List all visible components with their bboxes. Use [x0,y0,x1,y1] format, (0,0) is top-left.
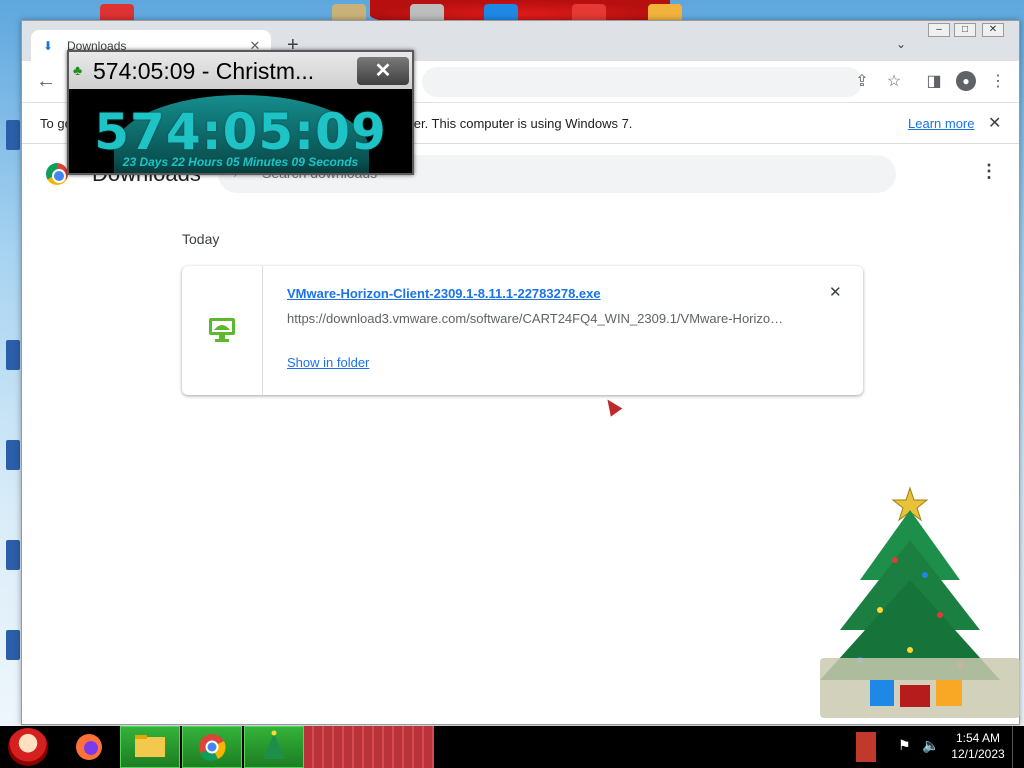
back-button[interactable]: ← [36,70,56,93]
show-desktop-button[interactable] [1012,726,1024,768]
desktop-shortcut-icon[interactable] [6,120,20,150]
clock-date[interactable]: 12/1/2023 [948,747,1008,761]
download-item-card: VMware-Horizon-Client-2309.1-8.11.1-2278… [182,266,863,395]
infobar-close-icon[interactable]: ✕ [988,113,1001,133]
desktop-shortcut-icon[interactable] [6,540,20,570]
close-window-button[interactable]: ✕ [982,23,1004,37]
download-filename-link[interactable]: VMware-Horizon-Client-2309.1-8.11.1-2278… [287,286,601,301]
taskbar: ⚑ 🔈 1:54 AM 12/1/2023 [0,726,1024,768]
learn-more-link[interactable]: Learn more [908,116,974,131]
countdown-close-button[interactable]: ✕ [357,57,409,85]
chrome-taskbar-icon[interactable] [182,726,242,768]
tray-flag-icon[interactable] [856,732,876,762]
christmas-countdown-widget[interactable]: ♣ 574:05:09 - Christm... ✕ 574:05:09 23 … [67,50,414,175]
christmas-tree-taskbar-icon[interactable] [244,726,304,768]
side-panel-icon[interactable]: ◨ [924,71,944,91]
section-label-today: Today [182,231,220,247]
bookmark-star-icon[interactable]: ☆ [884,71,904,91]
desktop-shortcut-icon[interactable] [6,440,20,470]
clock-time[interactable]: 1:54 AM [948,731,1008,745]
countdown-titlebar[interactable]: ♣ 574:05:09 - Christm... ✕ [69,52,412,89]
countdown-title: 574:05:09 - Christm... [93,58,315,84]
address-bar[interactable] [422,67,862,97]
download-source-url: https://download3.vmware.com/software/CA… [287,311,787,326]
profile-avatar[interactable]: ● [956,71,976,91]
desktop-shortcut-icon[interactable] [6,340,20,370]
remove-download-icon[interactable]: ✕ [829,283,842,301]
share-icon[interactable]: ⇪ [852,71,872,91]
file-icon-area [182,266,263,395]
start-button-santa-icon[interactable] [8,728,48,766]
maximize-button[interactable]: □ [954,23,976,37]
chrome-logo-icon [46,163,68,185]
infobar-text-right: later. This computer is using Windows 7. [400,116,633,131]
downloads-menu-icon[interactable]: ⋮ [980,161,998,182]
christmas-tree-icon: ♣ [73,62,83,78]
network-icon[interactable]: ⚑ [898,737,911,754]
tab-search-button[interactable]: ⌄ [896,37,906,51]
desktop-shortcut-icon[interactable] [6,630,20,660]
firefox-taskbar-icon[interactable] [64,726,114,768]
countdown-subtitle: 23 Days 22 Hours 05 Minutes 09 Seconds [122,155,359,169]
volume-icon[interactable]: 🔈 [922,737,939,754]
vmware-horizon-file-icon [209,318,235,342]
christmas-tree-decoration [820,486,1020,718]
show-in-folder-link[interactable]: Show in folder [287,355,369,370]
countdown-display: 574:05:09 23 Days 22 Hours 05 Minutes 09… [69,89,412,173]
download-icon: ⬇ [43,38,54,53]
countdown-time: 574:05:09 [94,103,387,161]
file-explorer-taskbar-icon[interactable] [120,726,180,768]
browser-menu-icon[interactable]: ⋮ [988,71,1008,91]
taskbar-running-apps[interactable] [304,726,434,768]
system-tray: ⚑ 🔈 1:54 AM 12/1/2023 [856,726,1024,768]
minimize-button[interactable]: – [928,23,950,37]
